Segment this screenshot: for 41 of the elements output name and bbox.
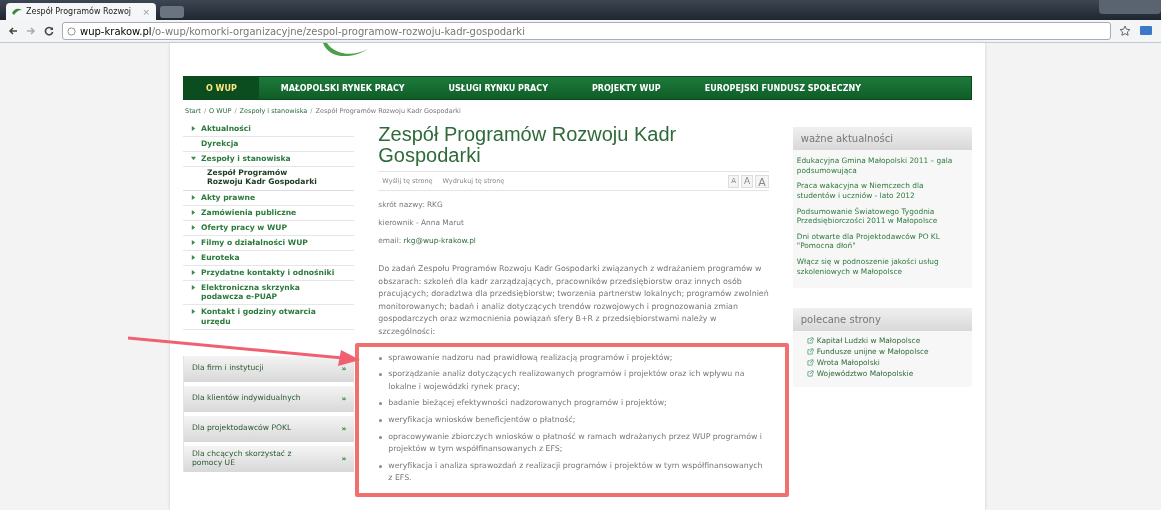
external-link-icon (806, 348, 814, 356)
globe-icon (67, 26, 76, 36)
collapsed-icon (191, 224, 196, 230)
address-bar[interactable]: wup-krakow.pl/o-wup/komorki-organizacyjne/zespol-programow-rozwoju-kadr-gospodarki (62, 22, 1111, 40)
bullet-icon (379, 418, 383, 422)
bullet-icon (379, 435, 383, 439)
forward-icon[interactable] (26, 26, 36, 36)
star-icon[interactable] (1119, 25, 1131, 37)
external-link-icon (806, 370, 814, 378)
nav-tab[interactable]: MAŁOPOLSKI RYNEK PRACY (258, 77, 427, 99)
bullet-icon (379, 464, 383, 468)
external-link-icon (806, 337, 814, 345)
collapsed-icon (191, 270, 196, 276)
collapsed-icon (191, 285, 196, 291)
collapsed-icon (191, 255, 196, 260)
browser-tab[interactable]: Zespół Programów Rozwoj × (6, 3, 156, 20)
collapsed-icon (191, 209, 196, 215)
tab-title: Zespół Programów Rozwoj (26, 7, 133, 16)
site-icon (12, 8, 22, 15)
url-text: wup-krakow.pl/o-wup/komorki-organizacyjne/zespol-programow-rozwoju-kadr-gospodarki (80, 25, 525, 37)
bullet-icon (379, 356, 383, 360)
panel-title: ważne aktualności (792, 127, 972, 150)
expanded-icon (191, 156, 196, 162)
collapsed-icon (191, 194, 196, 200)
panel-title: polecane strony (792, 308, 972, 332)
nav-tab[interactable]: O WUP (184, 77, 259, 99)
nav-tab[interactable]: USŁUGI RYNKU PRACY (426, 77, 570, 99)
back-icon[interactable] (8, 26, 18, 36)
font-size-button[interactable]: A (741, 174, 754, 188)
bullet-icon (379, 373, 383, 377)
collapsed-icon (191, 126, 196, 131)
reload-icon[interactable] (44, 26, 54, 36)
external-link-icon (806, 359, 814, 367)
font-size-button[interactable]: A (755, 174, 769, 188)
collapsed-icon (191, 239, 196, 245)
nav-tab[interactable]: PROJEKTY WUP (570, 77, 683, 99)
page-title: Zespół Programów Rozwoju Kadr Gospodarki (378, 124, 678, 166)
collapsed-icon (191, 309, 196, 315)
extension-icon[interactable] (1139, 25, 1153, 37)
bullet-icon (379, 402, 383, 406)
nav-tab[interactable]: EUROPEJSKI FUNDUSZ SPOŁECZNY (682, 77, 883, 99)
